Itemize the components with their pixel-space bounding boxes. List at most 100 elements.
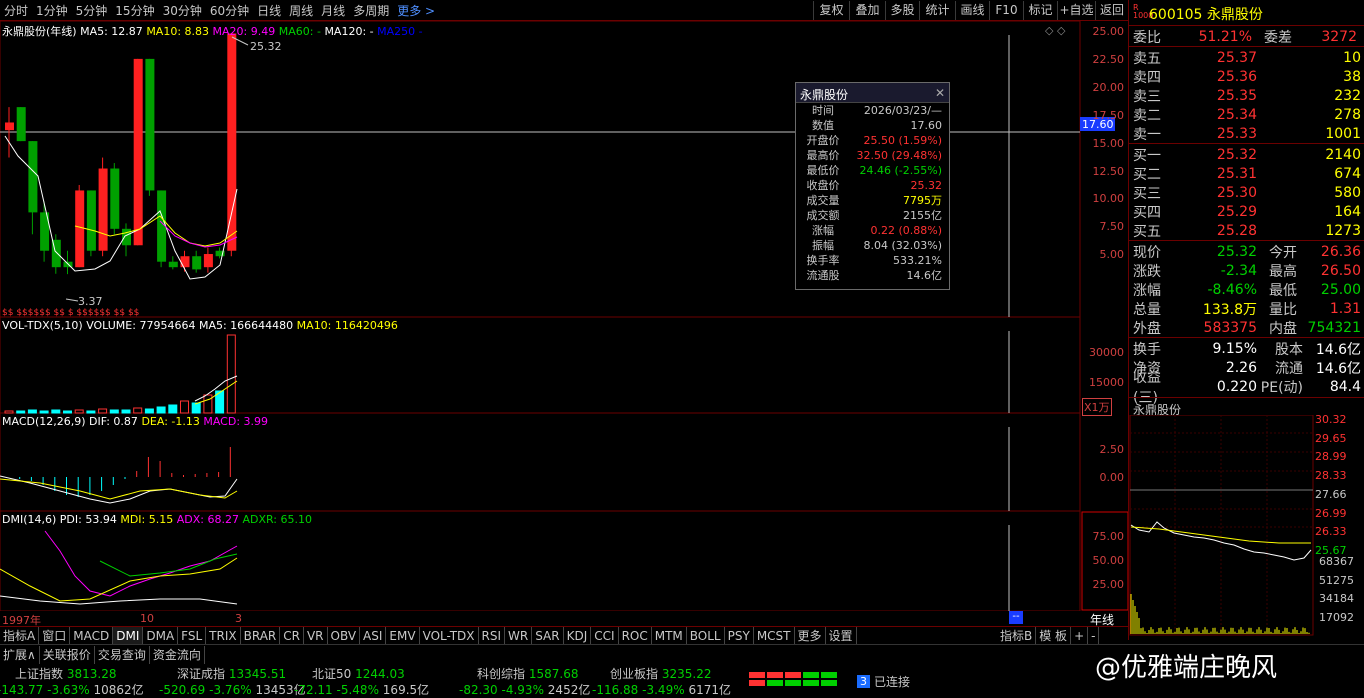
period-tab-30min[interactable]: 30分钟 <box>159 2 206 19</box>
indicator-tab[interactable]: VOL-TDX <box>420 626 479 645</box>
volume-bar <box>16 410 26 414</box>
period-tab-60min[interactable]: 60分钟 <box>206 2 253 19</box>
index-name-value[interactable]: 创业板指 3235.22 <box>610 665 711 682</box>
back-button[interactable]: 返回 <box>1095 1 1128 20</box>
stat-row: 现价 25.32 今开 26.36 <box>1133 243 1361 261</box>
indicator-tab[interactable]: CR <box>280 626 304 645</box>
mini-price-axis: 26.99 <box>1315 506 1347 520</box>
indicator-tab[interactable]: BOLL <box>687 626 725 645</box>
add-watchlist-button[interactable]: +自选 <box>1057 1 1095 20</box>
overlay-button[interactable]: 叠加 <box>849 1 885 20</box>
statistics-button[interactable]: 统计 <box>919 1 955 20</box>
period-tab-5min[interactable]: 5分钟 <box>72 2 112 19</box>
candle <box>5 122 14 131</box>
bid-row[interactable]: 买二 25.31 674 <box>1133 164 1363 183</box>
dmi-axis-75: 75.00 <box>1092 530 1125 543</box>
indicator-tab[interactable]: TRIX <box>206 626 241 645</box>
volume-bar <box>109 409 119 414</box>
time-axis-end: 3 <box>235 612 242 625</box>
status-tab[interactable]: 关联报价 <box>40 646 95 664</box>
mini-price-axis: 28.99 <box>1315 450 1347 464</box>
indicator-tab[interactable]: EMV <box>386 626 420 645</box>
tooltip-row: 开盘价 25.50 (1.59%) <box>806 134 943 147</box>
indicator-tab[interactable]: KDJ <box>564 626 592 645</box>
multi-stock-button[interactable]: 多股 <box>885 1 919 20</box>
indicator-tab[interactable]: 指标A <box>0 626 40 645</box>
volume-bar <box>203 394 213 414</box>
status-tab[interactable]: 交易查询 <box>95 646 150 664</box>
draw-line-button[interactable]: 画线 <box>955 1 989 20</box>
indicator-tab[interactable]: VR <box>304 626 328 645</box>
bid-row[interactable]: 买五 25.28 1273 <box>1133 221 1363 240</box>
period-tab-multi[interactable]: 多周期 <box>349 2 393 19</box>
candle <box>133 58 143 246</box>
indicator-tab[interactable]: ROC <box>619 626 652 645</box>
volume-bar <box>74 409 84 414</box>
ask-row[interactable]: 卖四 25.36 38 <box>1133 67 1363 86</box>
indicator-tab[interactable]: SAR <box>532 626 564 645</box>
indicator-tab[interactable]: MTM <box>652 626 687 645</box>
ma120-value: MA120: - <box>324 25 374 38</box>
tooltip-row: 流通股 14.6亿 <box>806 269 943 282</box>
period-tab-week[interactable]: 周线 <box>285 2 317 19</box>
period-tab-more[interactable]: 更多 > <box>393 2 439 19</box>
bid-row[interactable]: 买四 25.29 164 <box>1133 202 1363 221</box>
restore-rights-button[interactable]: 复权 <box>813 1 849 20</box>
ask-row[interactable]: 卖二 25.34 278 <box>1133 105 1363 124</box>
indicator-tab-right[interactable]: - <box>1088 627 1100 645</box>
index-name-value[interactable]: 科创综指 1587.68 <box>477 665 578 682</box>
index-name-value[interactable]: 上证指数 3813.28 <box>15 665 116 682</box>
vol-axis-15000: 15000 <box>1089 376 1124 389</box>
period-tab-month[interactable]: 月线 <box>317 2 349 19</box>
index-name-value[interactable]: 北证50 1244.03 <box>312 665 405 682</box>
index-name-value[interactable]: 深证成指 13345.51 <box>177 665 286 682</box>
mark-button[interactable]: 标记 <box>1023 1 1057 20</box>
indicator-tab[interactable]: MACD <box>70 626 114 645</box>
ask-row[interactable]: 卖五 25.37 10 <box>1133 48 1363 67</box>
period-tab-day[interactable]: 日线 <box>253 2 285 19</box>
indicator-tab[interactable]: MCST <box>754 626 795 645</box>
indicator-tab[interactable]: 设置 <box>826 626 857 645</box>
price-axis-label: 25.00 <box>1092 25 1125 39</box>
period-tab-15min[interactable]: 15分钟 <box>111 2 158 19</box>
mini-price-axis: 26.33 <box>1315 525 1347 539</box>
indicator-tab[interactable]: OBV <box>328 626 361 645</box>
indicator-tab[interactable]: FSL <box>178 626 207 645</box>
indicator-tab[interactable]: WR <box>505 626 533 645</box>
connection-label: 已连接 <box>874 675 911 689</box>
stock-code-name: 600105 永鼎股份 <box>1149 7 1263 23</box>
indicator-tab[interactable]: BRAR <box>241 626 281 645</box>
indicator-tab[interactable]: DMI <box>113 626 144 645</box>
indicator-tab[interactable]: RSI <box>479 626 506 645</box>
indicator-tab-right[interactable]: 模 板 <box>1036 627 1072 645</box>
mini-vol-axis: 17092 <box>1319 610 1354 624</box>
indicator-tab[interactable]: ASI <box>360 626 387 645</box>
macd-value: MACD: 3.99 <box>203 415 269 428</box>
indicator-tab[interactable]: CCI <box>591 626 619 645</box>
status-tab[interactable]: 资金流向 <box>150 646 205 664</box>
candle <box>16 107 26 142</box>
volume-bar <box>86 410 96 414</box>
indicator-tab[interactable]: DMA <box>143 626 179 645</box>
ask-row[interactable]: 卖一 25.33 1001 <box>1133 124 1363 143</box>
indicator-tab[interactable]: 更多 <box>795 626 826 645</box>
bid-row[interactable]: 买一 25.32 2140 <box>1133 145 1363 164</box>
dif-value: DIF: 0.87 <box>89 415 138 428</box>
period-tab-1min[interactable]: 1分钟 <box>32 2 72 19</box>
indicator-tab[interactable]: 窗口 <box>39 626 71 645</box>
price-axis-label: 7.50 <box>1099 220 1125 234</box>
tooltip-row: 成交额 2155亿 <box>806 209 943 222</box>
close-icon[interactable]: ✕ <box>935 86 945 100</box>
chart-options-icon[interactable]: ◇ ◇ <box>1045 24 1065 37</box>
dif-line <box>0 475 238 504</box>
indicator-tab-right[interactable]: + <box>1071 627 1089 645</box>
price-axis-label: 12.50 <box>1092 164 1125 178</box>
bid-row[interactable]: 买三 25.30 580 <box>1133 183 1363 202</box>
indicator-tab-right[interactable]: 指标B <box>997 627 1037 645</box>
f10-button[interactable]: F10 <box>989 1 1023 20</box>
ask-row[interactable]: 卖三 25.35 232 <box>1133 86 1363 105</box>
indicator-tab[interactable]: PSY <box>725 626 754 645</box>
period-tab-fenshi[interactable]: 分时 <box>0 2 32 19</box>
status-tab[interactable]: 扩展∧ <box>0 646 40 664</box>
volume-bar <box>191 402 201 414</box>
